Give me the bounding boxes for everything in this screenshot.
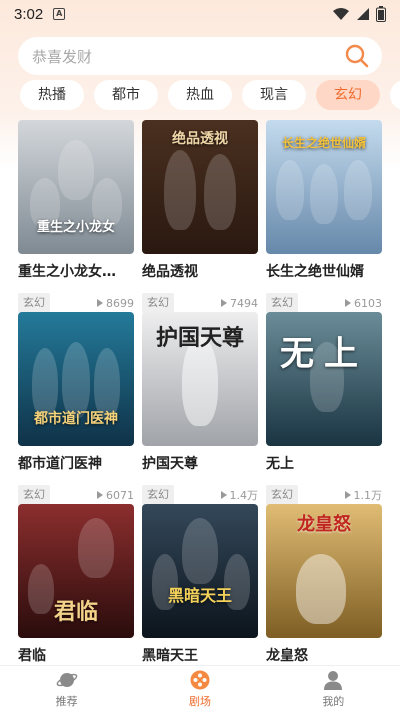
planet-icon xyxy=(56,673,77,687)
view-count: 6103 xyxy=(345,297,382,310)
drama-card[interactable]: 重生之小龙女 重生之小龙女… 玄幻 8699 xyxy=(18,120,134,314)
poster-image[interactable]: 无上 xyxy=(266,312,382,446)
film-reel-icon xyxy=(190,670,210,690)
poster-image[interactable]: 护国天尊 xyxy=(142,312,258,446)
poster-image[interactable]: 君临 xyxy=(18,504,134,638)
cellular-signal-icon xyxy=(357,8,369,20)
genre-badge: 玄幻 xyxy=(142,293,174,313)
drama-card[interactable]: 无上 无上 玄幻 1.1万 xyxy=(266,312,382,506)
poster-title-text: 护国天尊 xyxy=(155,325,244,351)
drama-card[interactable]: 护国天尊 护国天尊 玄幻 1.4万 xyxy=(142,312,258,506)
status-bar: 3:02 A xyxy=(0,0,400,28)
drama-title[interactable]: 绝品透视 xyxy=(142,262,258,282)
poster-image[interactable]: 龙皇怒 xyxy=(266,504,382,638)
tab-action[interactable]: 热血 xyxy=(168,80,232,110)
drama-title[interactable]: 都市道门医神 xyxy=(18,454,134,474)
play-icon xyxy=(97,299,103,307)
view-count: 1.1万 xyxy=(344,487,383,503)
search-placeholder: 恭喜发财 xyxy=(32,47,93,66)
drama-title[interactable]: 护国天尊 xyxy=(142,454,258,474)
poster-image[interactable]: 绝品透视 xyxy=(142,120,258,254)
nav-profile[interactable]: 我的 xyxy=(267,666,400,712)
drama-grid: 重生之小龙女 重生之小龙女… 玄幻 8699 绝品透视 绝品透视 玄幻 7494 xyxy=(18,120,384,665)
view-count-text: 6071 xyxy=(106,488,134,502)
drama-title[interactable]: 无上 xyxy=(266,454,382,474)
drama-card[interactable]: 都市道门医神 都市道门医神 玄幻 6071 xyxy=(18,312,134,506)
drama-title[interactable]: 重生之小龙女… xyxy=(18,262,134,282)
poster-title-text: 龙皇怒 xyxy=(297,514,351,535)
view-count-text: 1.4万 xyxy=(229,489,259,502)
view-count-text: 7494 xyxy=(230,296,258,310)
view-count-text: 6103 xyxy=(354,296,382,310)
nav-label-recommend: 推荐 xyxy=(55,695,78,708)
drama-card[interactable]: 龙皇怒 龙皇怒 xyxy=(266,504,382,665)
bottom-navigation: 推荐 剧场 我的 xyxy=(0,665,400,712)
poster-image[interactable]: 都市道门医神 xyxy=(18,312,134,446)
battery-icon xyxy=(376,6,386,22)
tab-hot[interactable]: 热播 xyxy=(20,80,84,110)
status-icons xyxy=(332,6,386,22)
genre-badge: 玄幻 xyxy=(18,293,50,313)
genre-badge: 玄幻 xyxy=(142,485,174,505)
nav-theater[interactable]: 剧场 xyxy=(133,666,266,712)
view-count-text: 8699 xyxy=(106,296,134,310)
search-input[interactable]: 恭喜发财 xyxy=(18,37,382,75)
view-count: 8699 xyxy=(97,297,134,310)
view-count-text: 1.1万 xyxy=(353,489,383,502)
category-tabs: 热播 都市 热血 现言 玄幻 古 xyxy=(20,80,400,112)
play-icon xyxy=(220,491,227,499)
poster-title-text: 黑暗天王 xyxy=(167,586,232,605)
drama-title[interactable]: 君临 xyxy=(18,646,134,665)
drama-title[interactable]: 长生之绝世仙婿 xyxy=(266,262,382,282)
tab-ancient[interactable]: 古 xyxy=(390,80,400,110)
poster-title-text: 都市道门医神 xyxy=(34,411,118,427)
poster-title-text: 君临 xyxy=(53,599,98,625)
play-icon xyxy=(97,491,103,499)
poster-title-text: 重生之小龙女 xyxy=(36,220,115,235)
play-icon xyxy=(344,491,351,499)
poster-image[interactable]: 黑暗天王 xyxy=(142,504,258,638)
drama-title[interactable]: 龙皇怒 xyxy=(266,646,382,665)
nav-label-profile: 我的 xyxy=(322,695,345,708)
tab-fantasy[interactable]: 玄幻 xyxy=(316,80,380,110)
view-count: 6071 xyxy=(97,489,134,502)
drama-card[interactable]: 绝品透视 绝品透视 玄幻 7494 xyxy=(142,120,258,314)
tab-urban[interactable]: 都市 xyxy=(94,80,158,110)
tab-modern-romance[interactable]: 现言 xyxy=(242,80,306,110)
user-icon xyxy=(324,671,343,690)
view-count: 7494 xyxy=(221,297,258,310)
poster-image[interactable]: 重生之小龙女 xyxy=(18,120,134,254)
drama-card[interactable]: 长生之绝世仙婿 长生之绝世仙婿 玄幻 6103 xyxy=(266,120,382,314)
search-icon[interactable] xyxy=(344,43,370,69)
poster-title-text: 长生之绝世仙婿 xyxy=(281,136,366,150)
notification-icon: A xyxy=(53,8,66,20)
wifi-icon xyxy=(333,8,349,20)
play-icon xyxy=(345,299,351,307)
nav-recommend[interactable]: 推荐 xyxy=(0,666,133,712)
status-time: 3:02 xyxy=(14,5,44,23)
poster-image[interactable]: 长生之绝世仙婿 xyxy=(266,120,382,254)
play-icon xyxy=(221,299,227,307)
drama-title[interactable]: 黑暗天王 xyxy=(142,646,258,665)
poster-title-text: 无上 xyxy=(280,334,368,374)
genre-badge: 玄幻 xyxy=(266,485,298,505)
drama-card[interactable]: 君临 君临 xyxy=(18,504,134,665)
nav-label-theater: 剧场 xyxy=(188,695,211,708)
genre-badge: 玄幻 xyxy=(18,485,50,505)
drama-card[interactable]: 黑暗天王 黑暗天王 xyxy=(142,504,258,665)
genre-badge: 玄幻 xyxy=(266,293,298,313)
view-count: 1.4万 xyxy=(220,487,259,503)
poster-title-text: 绝品透视 xyxy=(172,131,228,147)
